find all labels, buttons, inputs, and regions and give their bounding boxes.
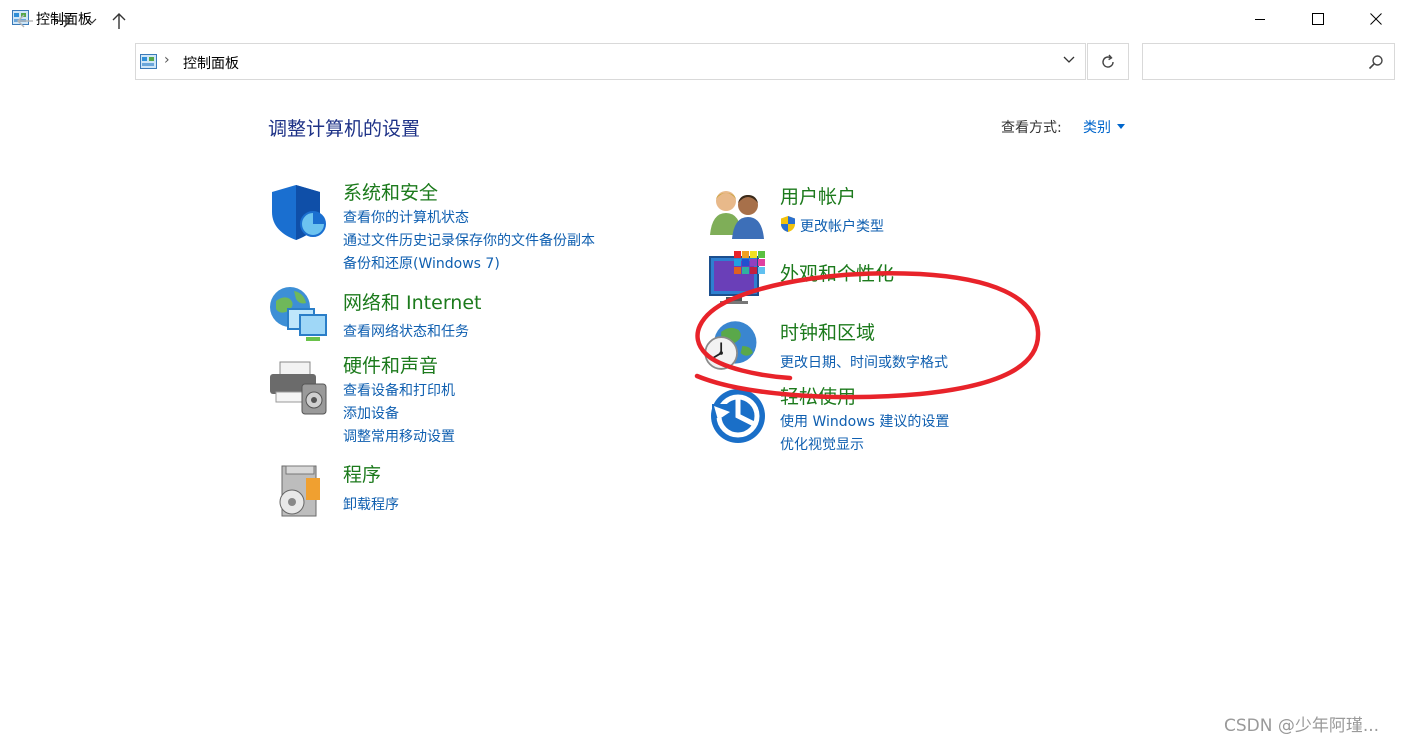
- link-backup-restore[interactable]: 备份和还原(Windows 7): [343, 253, 500, 273]
- recent-locations-button[interactable]: [81, 8, 103, 34]
- link-mobility-settings[interactable]: 调整常用移动设置: [343, 426, 455, 446]
- programs-icon[interactable]: [268, 460, 328, 520]
- uac-shield-icon: [781, 216, 795, 232]
- search-icon[interactable]: [1368, 54, 1384, 70]
- link-uninstall-program[interactable]: 卸载程序: [343, 494, 399, 514]
- link-view-computer-status[interactable]: 查看你的计算机状态: [343, 207, 469, 227]
- forward-arrow-icon: [55, 14, 71, 28]
- back-button[interactable]: [12, 8, 38, 34]
- link-optimize-visual-display[interactable]: 优化视觉显示: [780, 434, 864, 454]
- watermark: CSDN @少年阿瑾...: [1224, 716, 1380, 736]
- appearance-icon[interactable]: [708, 249, 768, 309]
- category-hardware-sound[interactable]: 硬件和声音: [343, 351, 438, 378]
- users-icon[interactable]: [708, 185, 768, 245]
- category-system-security[interactable]: 系统和安全: [343, 178, 438, 205]
- chevron-down-icon: [87, 18, 97, 24]
- page-title: 调整计算机的设置: [268, 118, 421, 140]
- ease-of-access-icon[interactable]: [708, 386, 768, 446]
- title-bar: 控制面板: [0, 0, 1408, 38]
- link-add-device[interactable]: 添加设备: [343, 403, 399, 423]
- minimize-icon: [1255, 19, 1265, 20]
- printer-icon[interactable]: [268, 358, 328, 418]
- breadcrumb-separator[interactable]: ›: [164, 52, 170, 68]
- minimize-button[interactable]: [1235, 0, 1285, 38]
- category-programs[interactable]: 程序: [343, 460, 381, 487]
- close-button[interactable]: [1351, 0, 1401, 38]
- refresh-icon: [1102, 54, 1114, 68]
- link-devices-printers[interactable]: 查看设备和打印机: [343, 380, 455, 400]
- network-icon[interactable]: [268, 285, 328, 345]
- link-change-account-type[interactable]: 更改帐户类型: [800, 216, 884, 236]
- view-by-label: 查看方式:: [1001, 120, 1062, 136]
- up-button[interactable]: [106, 8, 132, 34]
- close-icon: [1370, 13, 1382, 25]
- clock-globe-icon[interactable]: [700, 316, 760, 376]
- category-clock-region[interactable]: 时钟和区域: [780, 318, 875, 345]
- link-network-status[interactable]: 查看网络状态和任务: [343, 321, 469, 341]
- address-bar[interactable]: › 控制面板: [135, 43, 1086, 80]
- category-appearance-personalization[interactable]: 外观和个性化: [780, 259, 894, 286]
- link-recommended-settings[interactable]: 使用 Windows 建议的设置: [780, 411, 949, 431]
- back-arrow-icon: [17, 14, 33, 28]
- category-user-accounts[interactable]: 用户帐户: [780, 182, 856, 209]
- dropdown-arrow-icon[interactable]: [1117, 124, 1125, 129]
- link-file-history-backup[interactable]: 通过文件历史记录保存你的文件备份副本: [343, 230, 595, 250]
- shield-icon[interactable]: [268, 182, 328, 242]
- forward-button[interactable]: [50, 8, 76, 34]
- search-input[interactable]: [1149, 50, 1363, 74]
- chevron-down-icon[interactable]: [1063, 55, 1075, 65]
- maximize-icon: [1312, 13, 1324, 25]
- breadcrumb-control-panel[interactable]: 控制面板: [183, 53, 239, 73]
- category-network-internet[interactable]: 网络和 Internet: [343, 288, 481, 315]
- maximize-button[interactable]: [1293, 0, 1343, 38]
- link-change-date-time-format[interactable]: 更改日期、时间或数字格式: [780, 352, 948, 372]
- control-panel-icon: [140, 54, 157, 69]
- search-box[interactable]: [1142, 43, 1395, 80]
- up-arrow-icon: [112, 13, 126, 29]
- refresh-button[interactable]: [1087, 43, 1129, 80]
- category-ease-of-access[interactable]: 轻松使用: [780, 382, 856, 409]
- view-by-dropdown[interactable]: 类别: [1083, 117, 1111, 137]
